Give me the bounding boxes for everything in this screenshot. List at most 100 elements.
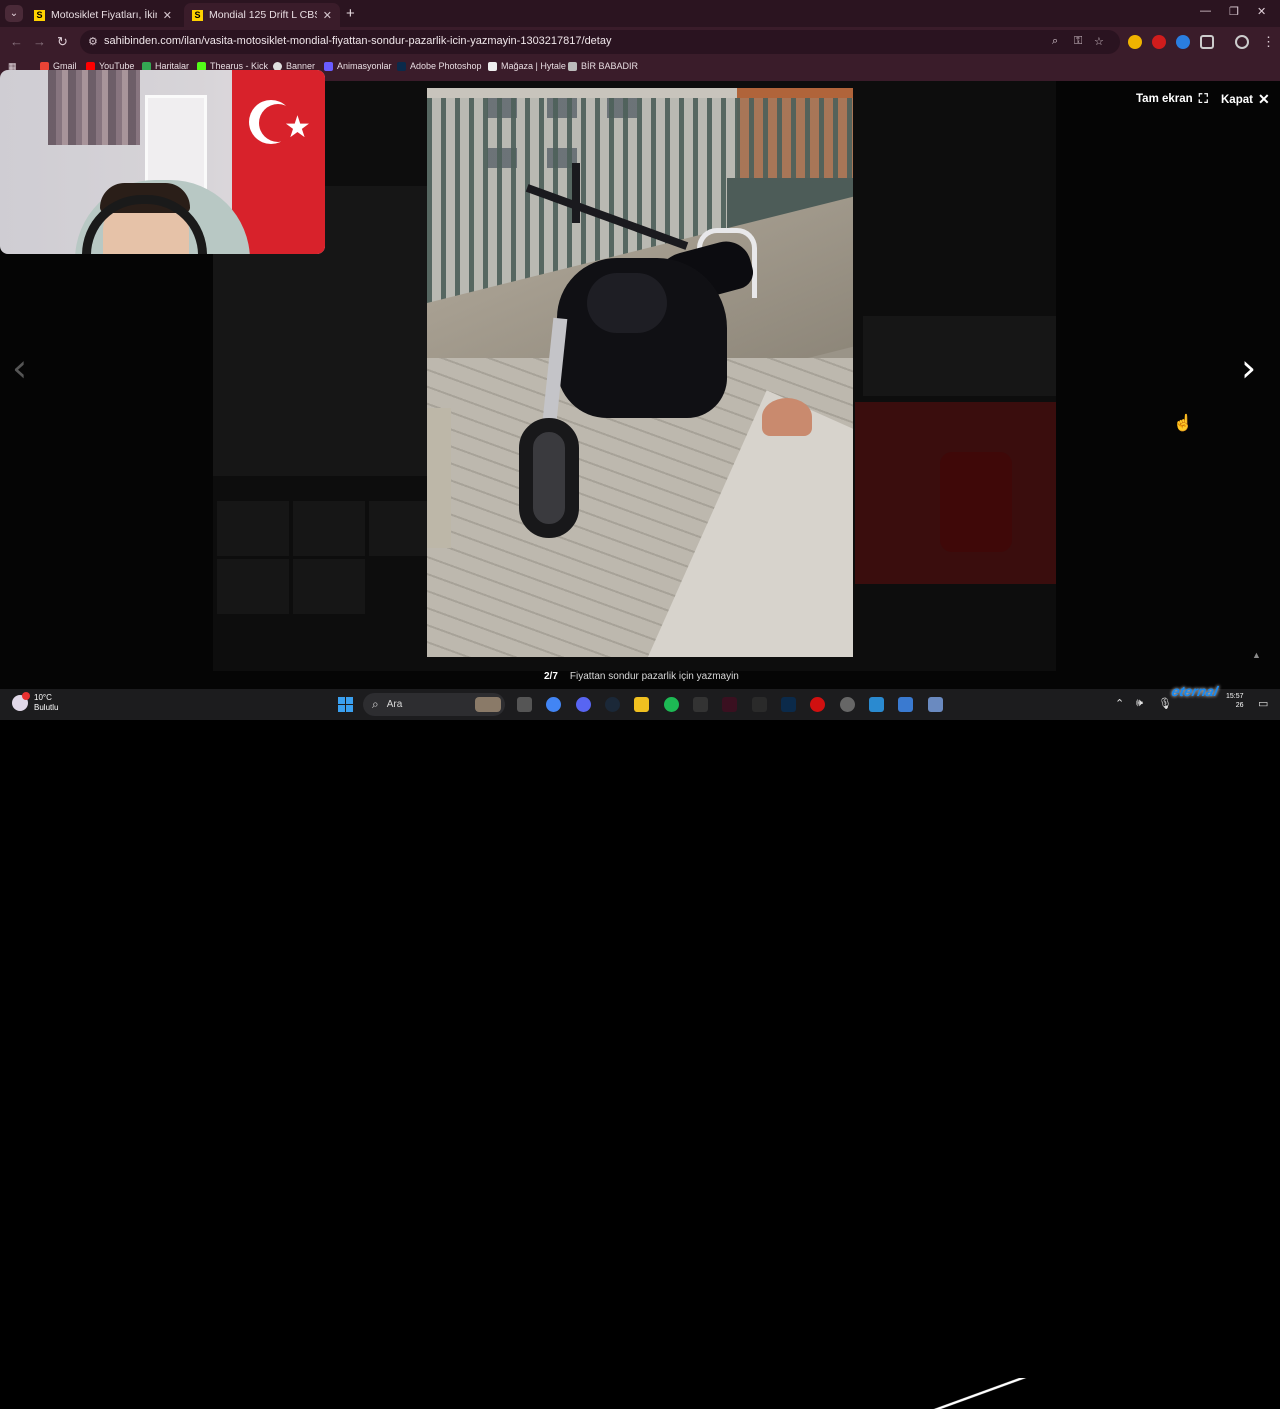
- bookmark-animasyonlar[interactable]: Animasyonlar: [324, 61, 392, 71]
- tab-inactive[interactable]: S Motosiklet Fiyatları, İkinci El ve ✕: [26, 3, 180, 27]
- capcut-icon[interactable]: [693, 697, 708, 712]
- epic-games-icon[interactable]: [752, 697, 767, 712]
- tab-title: Motosiklet Fiyatları, İkinci El ve: [51, 9, 157, 21]
- previous-photo-arrow-icon[interactable]: ‹: [12, 349, 27, 387]
- bookmark-photoshop[interactable]: Adobe Photoshop: [397, 61, 482, 71]
- vector-icon: [324, 61, 333, 71]
- search-icon: ⌕: [372, 697, 379, 711]
- wall-posters: [48, 70, 140, 145]
- photoshop-icon[interactable]: [781, 697, 796, 712]
- back-icon[interactable]: ←: [10, 34, 23, 49]
- extensions-puzzle-icon[interactable]: [1200, 35, 1214, 49]
- forward-icon[interactable]: →: [33, 34, 46, 49]
- dimmed-thumbnail: [293, 559, 365, 614]
- tray-expand-icon[interactable]: ⌃: [1115, 697, 1124, 710]
- dimmed-advertisement: [855, 402, 1056, 584]
- extension-icon[interactable]: [1152, 35, 1166, 49]
- sahibinden-favicon-icon: S: [192, 9, 203, 21]
- weather-desc: Bulutlu: [34, 703, 59, 712]
- cloud-icon: [12, 692, 30, 711]
- tab-strip: ⌄ S Motosiklet Fiyatları, İkinci El ve ✕…: [0, 0, 1280, 27]
- tab-close-icon[interactable]: ✕: [163, 9, 172, 22]
- discord-icon[interactable]: [576, 697, 591, 712]
- streamer-logo-watermark: eternal: [1170, 683, 1220, 699]
- jar-image: [940, 452, 1012, 552]
- notepad-icon[interactable]: [898, 697, 913, 712]
- turkish-flag: [232, 70, 325, 254]
- dimmed-thumbnail: [369, 501, 427, 556]
- reload-icon[interactable]: ↻: [57, 34, 68, 50]
- chrome-icon[interactable]: [546, 697, 561, 712]
- bookmark-star-icon[interactable]: ☆: [1094, 35, 1104, 48]
- webcam-overlay: ★: [0, 70, 325, 254]
- app-icon[interactable]: [928, 697, 943, 712]
- dimmed-thumbnail: [217, 559, 289, 614]
- motorcycle-mirror: [572, 163, 580, 223]
- fullscreen-label: Tam ekran: [1136, 93, 1193, 105]
- photoshop-icon: [397, 61, 406, 71]
- next-photo-arrow-icon[interactable]: ›: [1241, 349, 1256, 387]
- volume-icon[interactable]: 🕪: [1136, 697, 1143, 710]
- restore-icon[interactable]: ❐: [1229, 5, 1239, 18]
- close-window-icon[interactable]: ✕: [1257, 5, 1266, 18]
- extension-icon[interactable]: [1128, 35, 1142, 49]
- dimmed-thumbnail: [293, 501, 365, 556]
- dimmed-thumbnail: [217, 501, 289, 556]
- bookmark-hytale[interactable]: Mağaza | Hytale: [488, 61, 566, 71]
- fullscreen-button[interactable]: Tam ekran ⛶: [1136, 91, 1208, 107]
- close-icon: ✕: [1257, 91, 1270, 107]
- photo-caption: 2/7 Fiyattan sondur pazarlik için yazmayi…: [544, 671, 739, 682]
- profile-icon[interactable]: [1235, 35, 1249, 49]
- zoom-icon[interactable]: ⌕: [1052, 35, 1058, 48]
- minimize-icon[interactable]: —: [1200, 5, 1211, 17]
- motorcycle-tank: [587, 273, 667, 333]
- spotify-icon[interactable]: [664, 697, 679, 712]
- taskbar-search[interactable]: ⌕ Ara: [363, 693, 505, 716]
- notification-badge: [22, 692, 30, 700]
- steam-icon[interactable]: [605, 697, 620, 712]
- taskbar-clock[interactable]: 15:57 26: [1226, 692, 1244, 710]
- app-icon[interactable]: [722, 697, 737, 712]
- scroll-up-icon[interactable]: ▲: [1252, 650, 1261, 660]
- new-tab-button[interactable]: +: [346, 5, 355, 22]
- search-highlight-icon: [475, 697, 501, 712]
- folder-icon: [568, 61, 577, 71]
- app-gray-icon[interactable]: [840, 697, 855, 712]
- fullscreen-icon: ⛶: [1198, 91, 1208, 106]
- tab-active[interactable]: S Mondial 125 Drift L CBS 2024 M ✕: [184, 3, 340, 27]
- windows-taskbar: 10°C Bulutlu ⌕ Ara ⌃ 🕪 🎙 ▭: [0, 689, 1280, 1409]
- search-placeholder: Ara: [386, 699, 403, 710]
- app-red-icon[interactable]: [810, 697, 825, 712]
- lightbox-photo: [427, 88, 853, 657]
- hand-cursor-icon: ☝: [1173, 415, 1193, 432]
- menu-kebab-icon[interactable]: ⋮: [1262, 34, 1275, 50]
- task-view-icon[interactable]: [517, 697, 532, 712]
- photo-post: [427, 408, 451, 548]
- close-label: Kapat: [1221, 93, 1253, 106]
- dimmed-info-box: [863, 316, 1056, 396]
- bookmark-bir-babadir[interactable]: BİR BABADIR: [568, 61, 638, 71]
- browser-chrome: ⌄ S Motosiklet Fiyatları, İkinci El ve ✕…: [0, 0, 1280, 81]
- extension-icon[interactable]: [1176, 35, 1190, 49]
- notifications-icon[interactable]: ▭: [1258, 697, 1268, 710]
- hytale-icon: [488, 61, 497, 71]
- url-text[interactable]: sahibinden.com/ilan/vasita-motosiklet-mo…: [104, 35, 611, 47]
- password-key-icon[interactable]: ⚿: [1074, 35, 1082, 48]
- clock-date: 26: [1235, 702, 1244, 709]
- close-lightbox-button[interactable]: Kapat ✕: [1221, 91, 1270, 108]
- photo-parking-stopper: [762, 398, 812, 436]
- photo-counter: 2/7: [544, 671, 558, 682]
- site-info-icon[interactable]: ⚙: [88, 35, 98, 48]
- clock-time: 15:57: [1226, 693, 1244, 700]
- file-explorer-icon[interactable]: [634, 697, 649, 712]
- tab-close-icon[interactable]: ✕: [323, 9, 332, 22]
- start-button-icon[interactable]: [338, 697, 353, 712]
- address-bar[interactable]: ⚙ sahibinden.com/ilan/vasita-motosiklet-…: [80, 30, 1120, 54]
- weather-temp: 10°C: [34, 693, 52, 702]
- flag-star-icon: ★: [284, 111, 311, 144]
- tab-search-button[interactable]: ⌄: [5, 5, 23, 22]
- motorcycle-front-wheel: [519, 418, 579, 538]
- weather-widget[interactable]: 10°C Bulutlu: [12, 692, 59, 713]
- app-blue-icon[interactable]: [869, 697, 884, 712]
- tab-title: Mondial 125 Drift L CBS 2024 M: [209, 9, 317, 21]
